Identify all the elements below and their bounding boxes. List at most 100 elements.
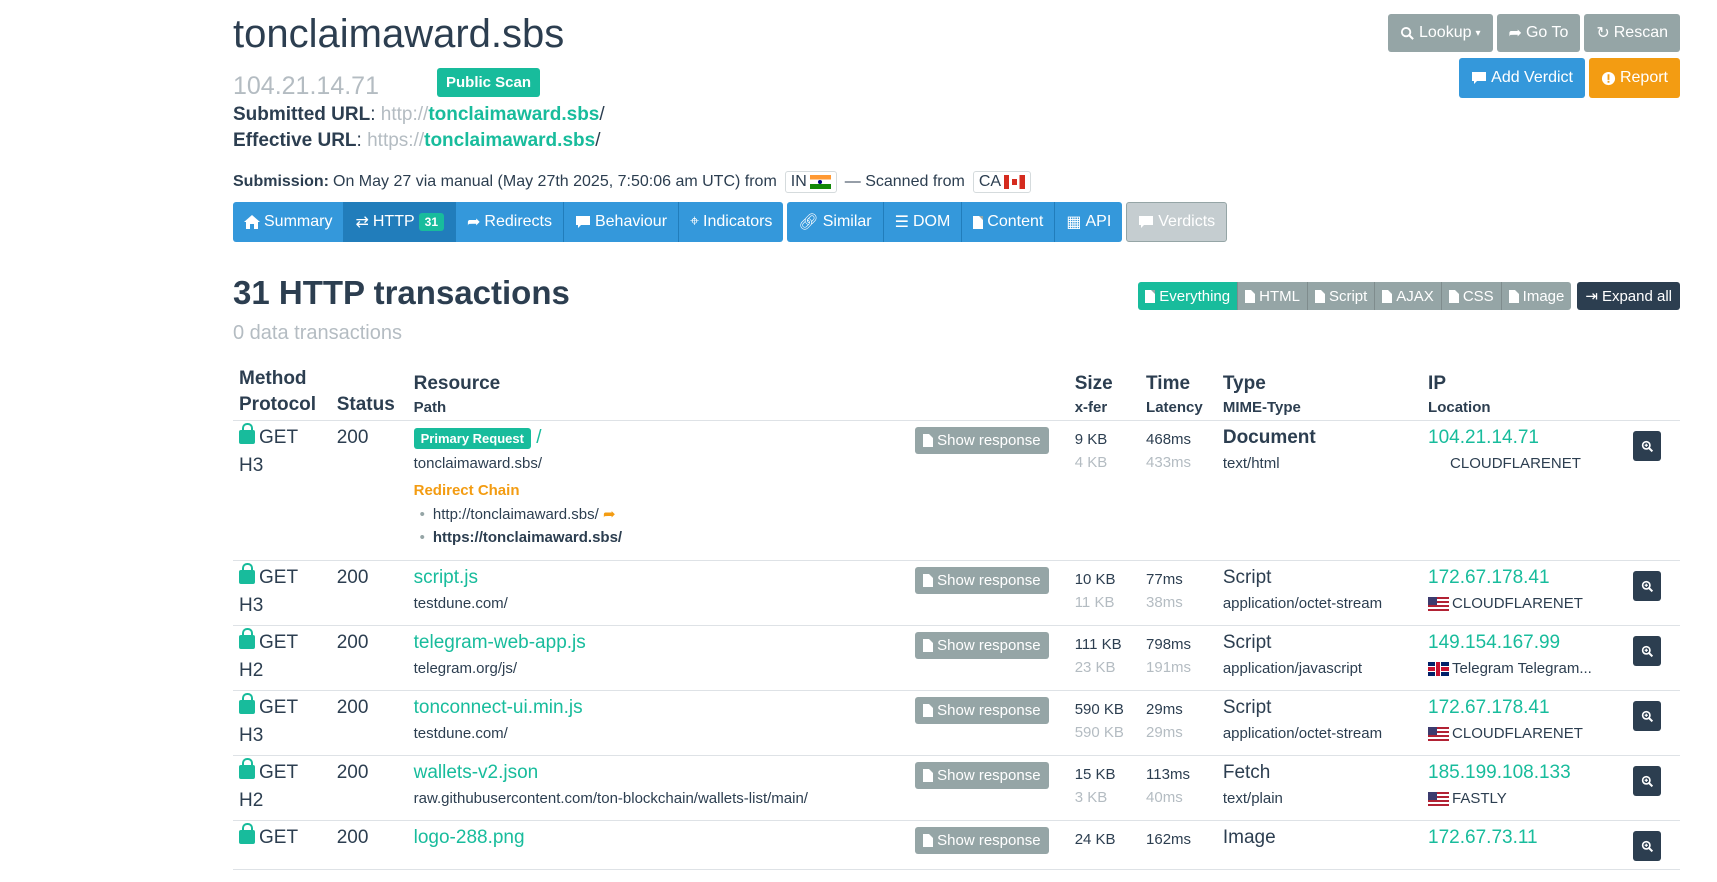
rescan-button[interactable]: ↻ Rescan [1584,14,1680,52]
resource-path: raw.githubusercontent.com/ton-blockchain… [413,790,808,807]
details-button[interactable] [1633,571,1662,601]
file-icon [1145,289,1156,303]
latency: 38ms [1146,594,1183,611]
filter-bar: Everything HTML Script AJAX CSS Image ⇥ … [1138,282,1680,310]
show-response-button[interactable]: Show response [915,827,1049,854]
resource-link[interactable]: wallets-v2.json [414,762,539,783]
table-row: GET H3 200 Primary Request / tonclaimaward.s… [233,421,1680,561]
list-icon: ☰ [894,214,909,231]
share-icon: ➦ [467,214,481,231]
show-response-button[interactable]: Show response [915,427,1049,454]
file-icon [923,434,934,447]
submitted-url-host[interactable]: tonclaimaward.sbs [428,104,599,125]
show-response-button[interactable]: Show response [915,567,1049,594]
type: Document [1222,427,1316,448]
report-button[interactable]: Report [1588,58,1680,98]
time: 113ms [1146,766,1190,783]
protocol: H2 [239,790,264,811]
file-icon [923,704,934,717]
redirect-item: https://tonclaimaward.sbs/ [420,529,904,546]
filter-html[interactable]: HTML [1238,282,1308,310]
details-button[interactable] [1633,766,1662,796]
redirect-chain-title: Redirect Chain [413,482,520,499]
tab-redirects[interactable]: ➦ Redirects [456,202,564,242]
details-button[interactable] [1633,831,1662,861]
xfer: 590 KB [1074,724,1124,741]
tab-api[interactable]: ▦ API [1055,202,1123,242]
location: Telegram Telegram... [1428,660,1621,677]
home-icon [244,215,260,229]
show-response-button[interactable]: Show response [915,632,1049,659]
size: 590 KB [1074,701,1124,718]
tab-content[interactable]: Content [962,202,1056,242]
type: Script [1222,567,1272,588]
from-country[interactable]: IN [784,171,837,193]
share-icon: ➦ [602,506,616,523]
show-response-button[interactable]: Show response [915,697,1049,724]
ip-link[interactable]: 104.21.14.71 [1428,427,1539,448]
location: CLOUDFLARENET [1428,725,1621,742]
resource-link[interactable]: / [536,427,541,448]
resource-link[interactable]: tonconnect-ui.min.js [414,697,583,718]
tab-similar[interactable]: 🔗︎ Similar [787,202,884,242]
tab-dom[interactable]: ☰ DOM [883,202,963,242]
ip-link[interactable]: 172.67.178.41 [1428,567,1550,588]
filter-ajax[interactable]: AJAX [1375,282,1442,310]
lock-icon [239,693,255,714]
filter-script[interactable]: Script [1307,282,1376,310]
crosshairs-icon: ⌖ [690,213,700,230]
status: 200 [336,632,369,653]
ip-link[interactable]: 185.199.108.133 [1428,762,1571,783]
method: GET [259,697,299,718]
ip-link[interactable]: 172.67.73.11 [1428,827,1538,848]
lock-icon [239,563,255,584]
filter-css[interactable]: CSS [1441,282,1502,310]
method: GET [259,427,299,448]
expand-all-button[interactable]: ⇥ Expand all [1577,282,1680,310]
section-title: 31 HTTP transactions [233,274,570,311]
resource-link[interactable]: script.js [414,567,478,588]
details-button[interactable] [1633,431,1662,461]
tab-indicators[interactable]: ⌖ Indicators [679,202,784,242]
resource-link[interactable]: telegram-web-app.js [414,632,586,653]
table-row: GET H2 200 wallets-v2.json raw.githubusercon… [233,756,1680,821]
effective-url-host[interactable]: tonclaimaward.sbs [424,130,595,151]
details-button[interactable] [1633,701,1662,731]
tab-group-main: Summary ⇄ HTTP 31 ➦ Redirects Behaviour … [233,202,784,242]
mime-type: text/plain [1222,790,1283,807]
redirect-list: http://tonclaimaward.sbs/ ➦ https://toncl… [414,505,904,546]
details-button[interactable] [1633,636,1662,666]
resource-path: testdune.com/ [413,595,508,612]
file-icon [1245,289,1256,303]
lock-icon [239,758,255,779]
goto-button[interactable]: ➦ Go To [1496,14,1581,52]
zoom-in-icon [1641,645,1653,657]
add-verdict-button[interactable]: Add Verdict [1459,58,1585,98]
table-row: GET H2 200 telegram-web-app.js telegram.org/… [233,626,1680,691]
time: 29ms [1146,701,1183,718]
show-response-button[interactable]: Show response [915,762,1049,789]
tab-group-secondary: 🔗︎ Similar ☰ DOM Content ▦ API [787,202,1123,242]
scanned-text: — Scanned from [844,173,965,190]
time: 798ms [1146,636,1192,653]
scanned-country[interactable]: CA [972,171,1032,193]
filter-everything[interactable]: Everything [1138,282,1239,310]
status: 200 [336,762,369,783]
tab-summary[interactable]: Summary [233,202,345,242]
filter-image[interactable]: Image [1501,282,1572,310]
resource-link[interactable]: logo-288.png [414,827,525,848]
tab-verdicts[interactable]: Verdicts [1126,202,1228,242]
ip-link[interactable]: 172.67.178.41 [1428,697,1550,718]
submission-label: Submission: [233,173,330,190]
ip-link[interactable]: 149.154.167.99 [1428,632,1560,653]
protocol: H3 [239,455,264,476]
latency: 40ms [1146,789,1183,806]
xfer: 23 KB [1074,659,1116,676]
page-title: tonclaimaward.sbs [233,12,565,56]
lookup-button[interactable]: Lookup ▾ [1388,14,1493,52]
canada-flag-icon [1004,175,1026,189]
tab-behaviour[interactable]: Behaviour [563,202,680,242]
tab-http[interactable]: ⇄ HTTP 31 [344,202,456,242]
table-row: GET 200 logo-288.png Show response 24 KB 162m… [233,821,1680,870]
mime-type: application/octet-stream [1222,725,1383,742]
